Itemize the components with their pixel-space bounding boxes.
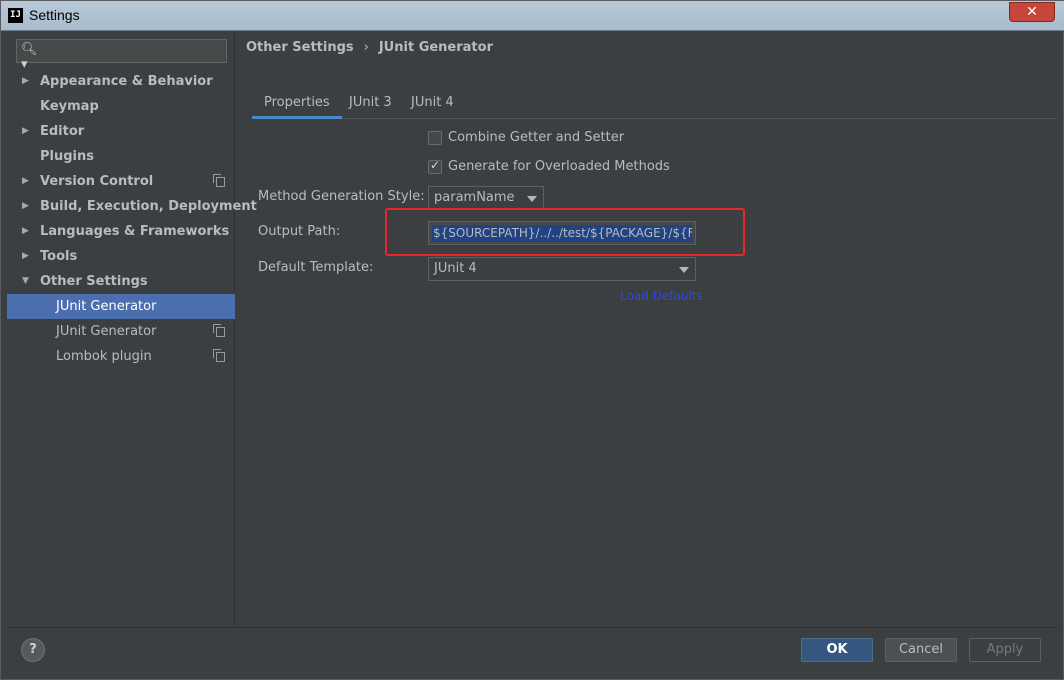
tab-properties[interactable]: Properties bbox=[252, 89, 342, 119]
sidebar-item-label: JUnit Generator bbox=[56, 299, 157, 314]
method-style-value: paramName bbox=[434, 190, 515, 205]
settings-search-input[interactable]: 🔍︎▾ bbox=[16, 39, 227, 72]
generate-overloaded-label[interactable]: Generate for Overloaded Methods bbox=[448, 159, 670, 174]
method-style-label: Method Generation Style: bbox=[258, 189, 425, 204]
sidebar-item-label: Build, Execution, Deployment bbox=[40, 199, 257, 214]
sidebar-item-label: Editor bbox=[40, 124, 85, 139]
sidebar-item-other-settings[interactable]: ▼ Other Settings bbox=[7, 269, 235, 294]
load-defaults-link[interactable]: Load Defaults bbox=[620, 289, 703, 303]
sidebar-item-editor[interactable]: ▶ Editor bbox=[7, 119, 235, 144]
sidebar-item-appearance-behavior[interactable]: ▶ Appearance & Behavior bbox=[7, 69, 235, 94]
apply-button[interactable]: Apply bbox=[969, 638, 1041, 662]
sidebar-item-label: Lombok plugin bbox=[56, 349, 152, 364]
settings-window: IJ Settings ✕ 🔍︎▾ ▶ Appearance & Behavior… bbox=[0, 0, 1064, 680]
sidebar-item-label: Languages & Frameworks bbox=[40, 224, 230, 239]
breadcrumb-parent[interactable]: Other Settings bbox=[246, 40, 354, 55]
sidebar-item-label: Plugins bbox=[40, 149, 94, 164]
sidebar-item-label: Tools bbox=[40, 249, 78, 264]
settings-sidebar: 🔍︎▾ ▶ Appearance & Behavior Keymap ▶ Editor P… bbox=[7, 31, 257, 627]
sidebar-item-languages-frameworks[interactable]: ▶ Languages & Frameworks bbox=[7, 219, 235, 244]
project-level-icon bbox=[213, 174, 225, 187]
dialog-footer: ? OK Cancel Apply bbox=[7, 627, 1059, 675]
settings-tree: ▶ Appearance & Behavior Keymap ▶ Editor Plugi… bbox=[7, 69, 257, 369]
settings-main-panel: Other Settings › JUnit Generator Propertie… bbox=[236, 31, 1059, 627]
ok-button[interactable]: OK bbox=[801, 638, 873, 662]
combine-getter-setter-checkbox[interactable] bbox=[428, 131, 442, 145]
default-template-label: Default Template: bbox=[258, 260, 374, 275]
generate-overloaded-checkbox[interactable] bbox=[428, 158, 442, 174]
sidebar-item-label: Version Control bbox=[40, 174, 154, 189]
tab-junit4[interactable]: JUnit 4 bbox=[399, 89, 466, 119]
output-path-label: Output Path: bbox=[258, 224, 341, 239]
sidebar-item-junit-generator[interactable]: JUnit Generator bbox=[7, 319, 235, 344]
expanded-arrow-icon[interactable]: ▼ bbox=[22, 269, 29, 294]
close-button[interactable]: ✕ bbox=[1009, 2, 1055, 22]
sidebar-item-keymap[interactable]: Keymap bbox=[7, 94, 235, 119]
collapsed-arrow-icon[interactable]: ▶ bbox=[22, 194, 29, 219]
default-template-value: JUnit 4 bbox=[434, 261, 477, 276]
chevron-down-icon bbox=[527, 196, 537, 202]
sidebar-item-tools[interactable]: ▶ Tools bbox=[7, 244, 235, 269]
sidebar-item-label: Other Settings bbox=[40, 274, 148, 289]
sidebar-item-label: JUnit Generator bbox=[56, 324, 157, 339]
tab-junit3[interactable]: JUnit 3 bbox=[337, 89, 404, 119]
collapsed-arrow-icon[interactable]: ▶ bbox=[22, 244, 29, 269]
collapsed-arrow-icon[interactable]: ▶ bbox=[22, 69, 29, 94]
breadcrumb-current: JUnit Generator bbox=[378, 40, 493, 55]
method-style-select[interactable]: paramName bbox=[428, 186, 544, 210]
project-level-icon bbox=[213, 349, 225, 362]
chevron-down-icon bbox=[679, 267, 689, 273]
sidebar-item-lombok-plugin[interactable]: Lombok plugin bbox=[7, 344, 235, 369]
sidebar-item-junit-generator[interactable]: JUnit Generator bbox=[7, 294, 235, 319]
cancel-button[interactable]: Cancel bbox=[885, 638, 957, 662]
intellij-app-icon: IJ bbox=[8, 8, 23, 23]
title-bar: IJ Settings ✕ bbox=[1, 1, 1064, 31]
sidebar-item-build-execution-deployment[interactable]: ▶ Build, Execution, Deployment bbox=[7, 194, 257, 219]
breadcrumb: Other Settings › JUnit Generator bbox=[246, 40, 493, 55]
settings-content: 🔍︎▾ ▶ Appearance & Behavior Keymap ▶ Editor P… bbox=[7, 31, 1059, 627]
collapsed-arrow-icon[interactable]: ▶ bbox=[22, 119, 29, 144]
collapsed-arrow-icon[interactable]: ▶ bbox=[22, 169, 29, 194]
tab-bar: Properties JUnit 3 JUnit 4 bbox=[252, 89, 1057, 119]
sidebar-item-plugins[interactable]: Plugins bbox=[7, 144, 235, 169]
project-level-icon bbox=[213, 324, 225, 337]
collapsed-arrow-icon[interactable]: ▶ bbox=[22, 219, 29, 244]
sidebar-item-label: Appearance & Behavior bbox=[40, 74, 213, 89]
help-button[interactable]: ? bbox=[21, 638, 45, 662]
red-highlight-annotation bbox=[385, 208, 745, 256]
combine-getter-setter-label[interactable]: Combine Getter and Setter bbox=[448, 130, 624, 145]
breadcrumb-separator: › bbox=[363, 40, 369, 55]
window-title: Settings bbox=[29, 7, 80, 23]
sidebar-item-label: Keymap bbox=[40, 99, 99, 114]
default-template-select[interactable]: JUnit 4 bbox=[428, 257, 696, 281]
sidebar-item-version-control[interactable]: ▶ Version Control bbox=[7, 169, 235, 194]
search-icon[interactable]: 🔍︎▾ bbox=[21, 42, 41, 72]
